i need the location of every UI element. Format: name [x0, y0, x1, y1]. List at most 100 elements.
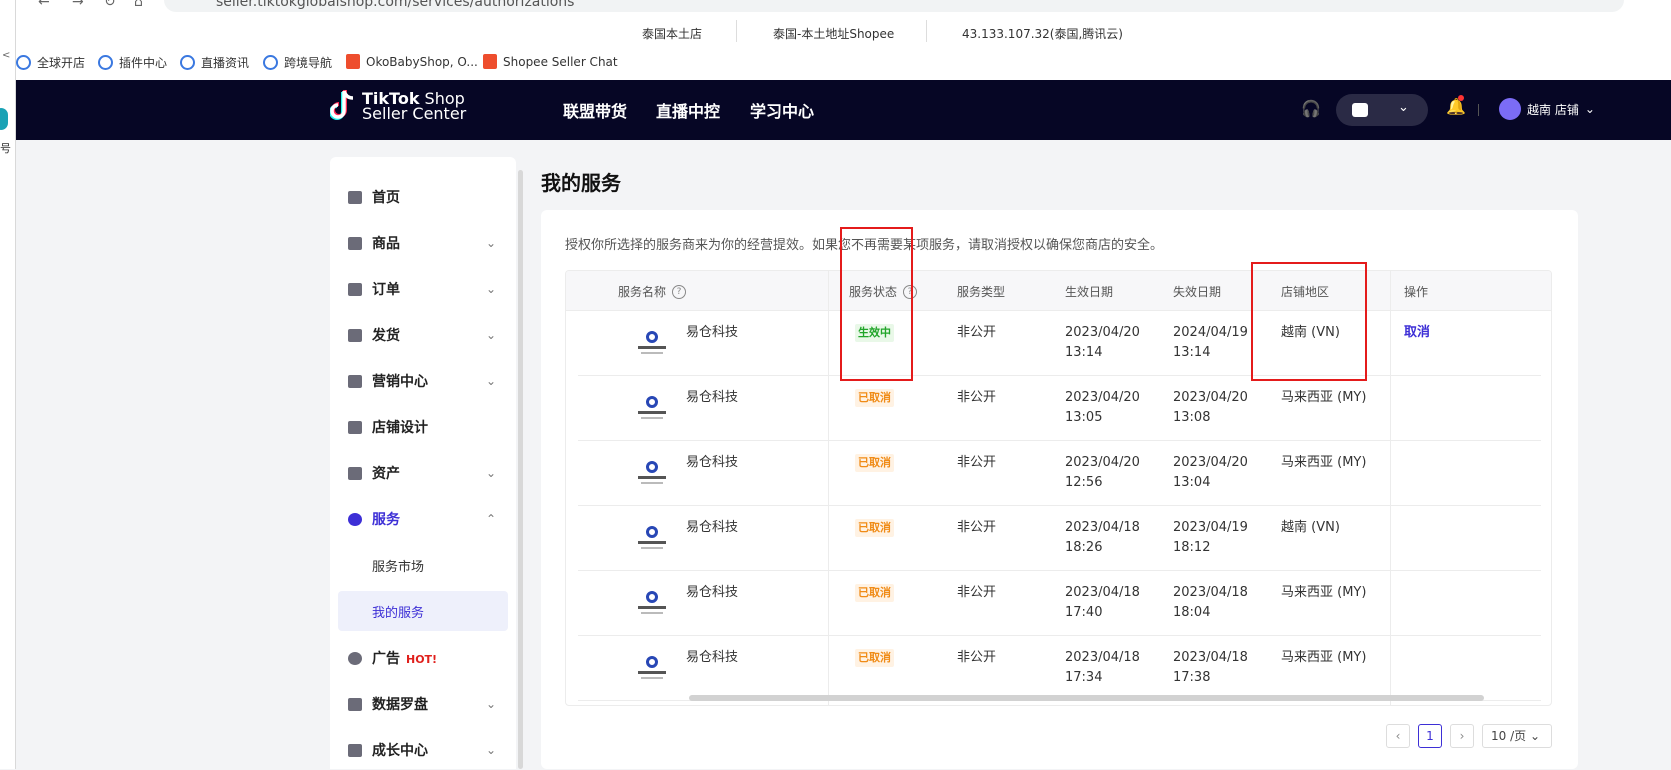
services-table: 服务名称? 服务状态? 服务类型 生效日期 失效日期 店铺地区 操作 易仓科技 生…: [565, 270, 1552, 706]
megaphone-icon: [348, 374, 362, 388]
status-badge: 已取消: [855, 583, 894, 603]
chevron-down-icon: ⌄: [486, 466, 497, 480]
reload-icon[interactable]: ↻: [104, 0, 116, 10]
ad-icon: [348, 651, 362, 665]
chevron-up-icon: ⌃: [486, 512, 497, 526]
bookmark-item[interactable]: OkoBabyShop, O...: [346, 54, 478, 69]
store-region: 马来西亚 (MY): [1281, 585, 1367, 600]
bookmarks-bar: 全球开店 插件中心 直播资讯 跨境导航 OkoBabyShop, O... Sh…: [16, 48, 1671, 80]
nav-learning-center[interactable]: 学习中心: [750, 98, 814, 122]
expand-arrow-icon[interactable]: <: [2, 50, 10, 61]
bookmark-item[interactable]: 跨境导航: [263, 54, 332, 71]
store-region: 马来西亚 (MY): [1281, 390, 1367, 405]
service-name: 易仓科技: [686, 650, 739, 665]
service-name: 易仓科技: [686, 325, 739, 340]
services-card: 授权你所选择的服务商来为你的经营提效。如果您不再需要某项服务，请取消授权以确保您…: [541, 210, 1578, 769]
bookmark-item[interactable]: 直播资讯: [180, 54, 249, 71]
store-icon: [348, 420, 362, 434]
sidebar-item-orders[interactable]: 订单 ⌄: [330, 269, 516, 309]
bookmark-icon: [98, 55, 113, 70]
end-date: 2024/04/19 13:14: [1173, 325, 1248, 360]
service-type: 非公开: [957, 390, 997, 405]
prev-page-button[interactable]: ‹: [1386, 724, 1410, 748]
message-button[interactable]: ⌄: [1336, 94, 1428, 126]
table-row: 易仓科技 已取消 非公开 2023/04/20 12:56 2023/04/20 13:04…: [578, 441, 1541, 506]
table-row: 易仓科技 生效中 非公开 2023/04/20 13:14 2024/04/19 13:14…: [578, 311, 1541, 376]
chevron-down-icon: ⌄: [1584, 102, 1595, 116]
service-name: 易仓科技: [686, 520, 739, 535]
sidebar-scrollbar[interactable]: [518, 170, 523, 769]
help-icon[interactable]: ?: [672, 284, 687, 299]
table-row: 易仓科技 已取消 非公开 2023/04/18 18:26 2023/04/19 18:12…: [578, 506, 1541, 571]
store-region: 越南 (VN): [1281, 520, 1340, 535]
end-date: 2023/04/20 13:04: [1173, 455, 1248, 490]
vendor-logo: [638, 591, 666, 619]
sidebar-item-products[interactable]: 商品 ⌄: [330, 223, 516, 263]
nav-live-control[interactable]: 直播中控: [656, 98, 720, 122]
header-type: 服务类型: [957, 285, 1006, 299]
sidebar-item-marketing[interactable]: 营销中心 ⌄: [330, 361, 516, 401]
tiktok-shop-logo[interactable]: TikTok Shop Seller Center: [330, 89, 466, 123]
globe-icon: [348, 512, 362, 526]
remote-label-2: 泰国-本土地址Shopee: [773, 27, 895, 41]
app-circle-icon[interactable]: [0, 108, 8, 130]
bookmark-item[interactable]: 插件中心: [98, 54, 167, 71]
start-date: 2023/04/18 17:40: [1065, 585, 1140, 620]
back-icon[interactable]: ←: [38, 0, 50, 10]
sidebar-item-home[interactable]: 首页: [330, 177, 516, 217]
url-text[interactable]: seller.tiktokglobalshop.com/services/aut…: [216, 0, 574, 10]
table-row: 易仓科技 已取消 非公开 2023/04/18 17:40 2023/04/18 18:04…: [578, 571, 1541, 636]
bookmark-icon: [180, 55, 195, 70]
next-page-button[interactable]: ›: [1450, 724, 1474, 748]
chat-icon: [1352, 103, 1368, 117]
status-badge: 已取消: [855, 518, 894, 538]
sidebar-sub-service-market[interactable]: 服务市场: [338, 545, 508, 585]
page-number-button[interactable]: 1: [1418, 724, 1442, 748]
start-date: 2023/04/18 17:34: [1065, 650, 1140, 685]
store-region: 马来西亚 (MY): [1281, 650, 1367, 665]
forward-icon[interactable]: →: [72, 0, 84, 10]
nav-affiliate[interactable]: 联盟带货: [563, 98, 627, 122]
sidebar-item-store-design[interactable]: 店铺设计: [330, 407, 516, 447]
page-title: 我的服务: [541, 171, 621, 195]
shopee-bag-icon: [346, 54, 360, 69]
headset-icon[interactable]: 🎧: [1301, 99, 1321, 118]
sidebar-item-shipping[interactable]: 发货 ⌄: [330, 315, 516, 355]
tiktok-note-icon: [330, 90, 354, 120]
page-size-select[interactable]: 10 /页 ⌄: [1482, 724, 1552, 748]
left-edge-panel: < 号: [0, 0, 16, 769]
order-icon: [348, 282, 362, 296]
header-service-name: 服务名称?: [618, 283, 687, 300]
header-start-date: 生效日期: [1065, 285, 1114, 299]
table-horizontal-scrollbar[interactable]: [689, 695, 1484, 701]
left-strip-char: 号: [0, 142, 11, 155]
bookmark-item[interactable]: Shopee Seller Chat: [483, 54, 618, 69]
status-badge: 已取消: [855, 648, 894, 668]
start-date: 2023/04/20 12:56: [1065, 455, 1140, 490]
sidebar-item-services[interactable]: 服务 ⌃: [330, 499, 516, 539]
remote-label-3: 43.133.107.32(泰国,腾讯云): [962, 27, 1123, 41]
cancel-authorization-link[interactable]: 取消: [1404, 323, 1430, 343]
sidebar-item-data-compass[interactable]: 数据罗盘 ⌄: [330, 684, 516, 724]
service-type: 非公开: [957, 650, 997, 665]
truck-icon: [348, 328, 362, 342]
sidebar-item-assets[interactable]: 资产 ⌄: [330, 453, 516, 493]
vendor-logo: [638, 526, 666, 554]
chart-icon: [348, 697, 362, 711]
service-type: 非公开: [957, 585, 997, 600]
bell-icon[interactable]: 🔔: [1446, 95, 1466, 116]
header-action: 操作: [1404, 285, 1429, 299]
table-row: 易仓科技 已取消 非公开 2023/04/18 17:34 2023/04/18 17:38…: [578, 636, 1541, 701]
product-icon: [348, 236, 362, 250]
wallet-icon: [348, 466, 362, 480]
account-menu[interactable]: 越南 店铺 ⌄: [1499, 98, 1595, 120]
vendor-logo: [638, 331, 666, 359]
annotation-box-status: [840, 227, 913, 381]
browser-address-bar: ← → ↻ ⌂ seller.tiktokglobalshop.com/serv…: [16, 0, 1671, 12]
table-header: 服务名称? 服务状态? 服务类型 生效日期 失效日期 店铺地区 操作: [566, 271, 1551, 311]
home-browser-icon[interactable]: ⌂: [134, 0, 143, 10]
sidebar-item-growth-center[interactable]: 成长中心 ⌄: [330, 730, 516, 770]
sidebar-sub-my-services[interactable]: 我的服务: [338, 591, 508, 631]
sidebar-item-ads[interactable]: 广告 HOT!: [330, 638, 516, 678]
bookmark-item[interactable]: 全球开店: [16, 54, 85, 71]
